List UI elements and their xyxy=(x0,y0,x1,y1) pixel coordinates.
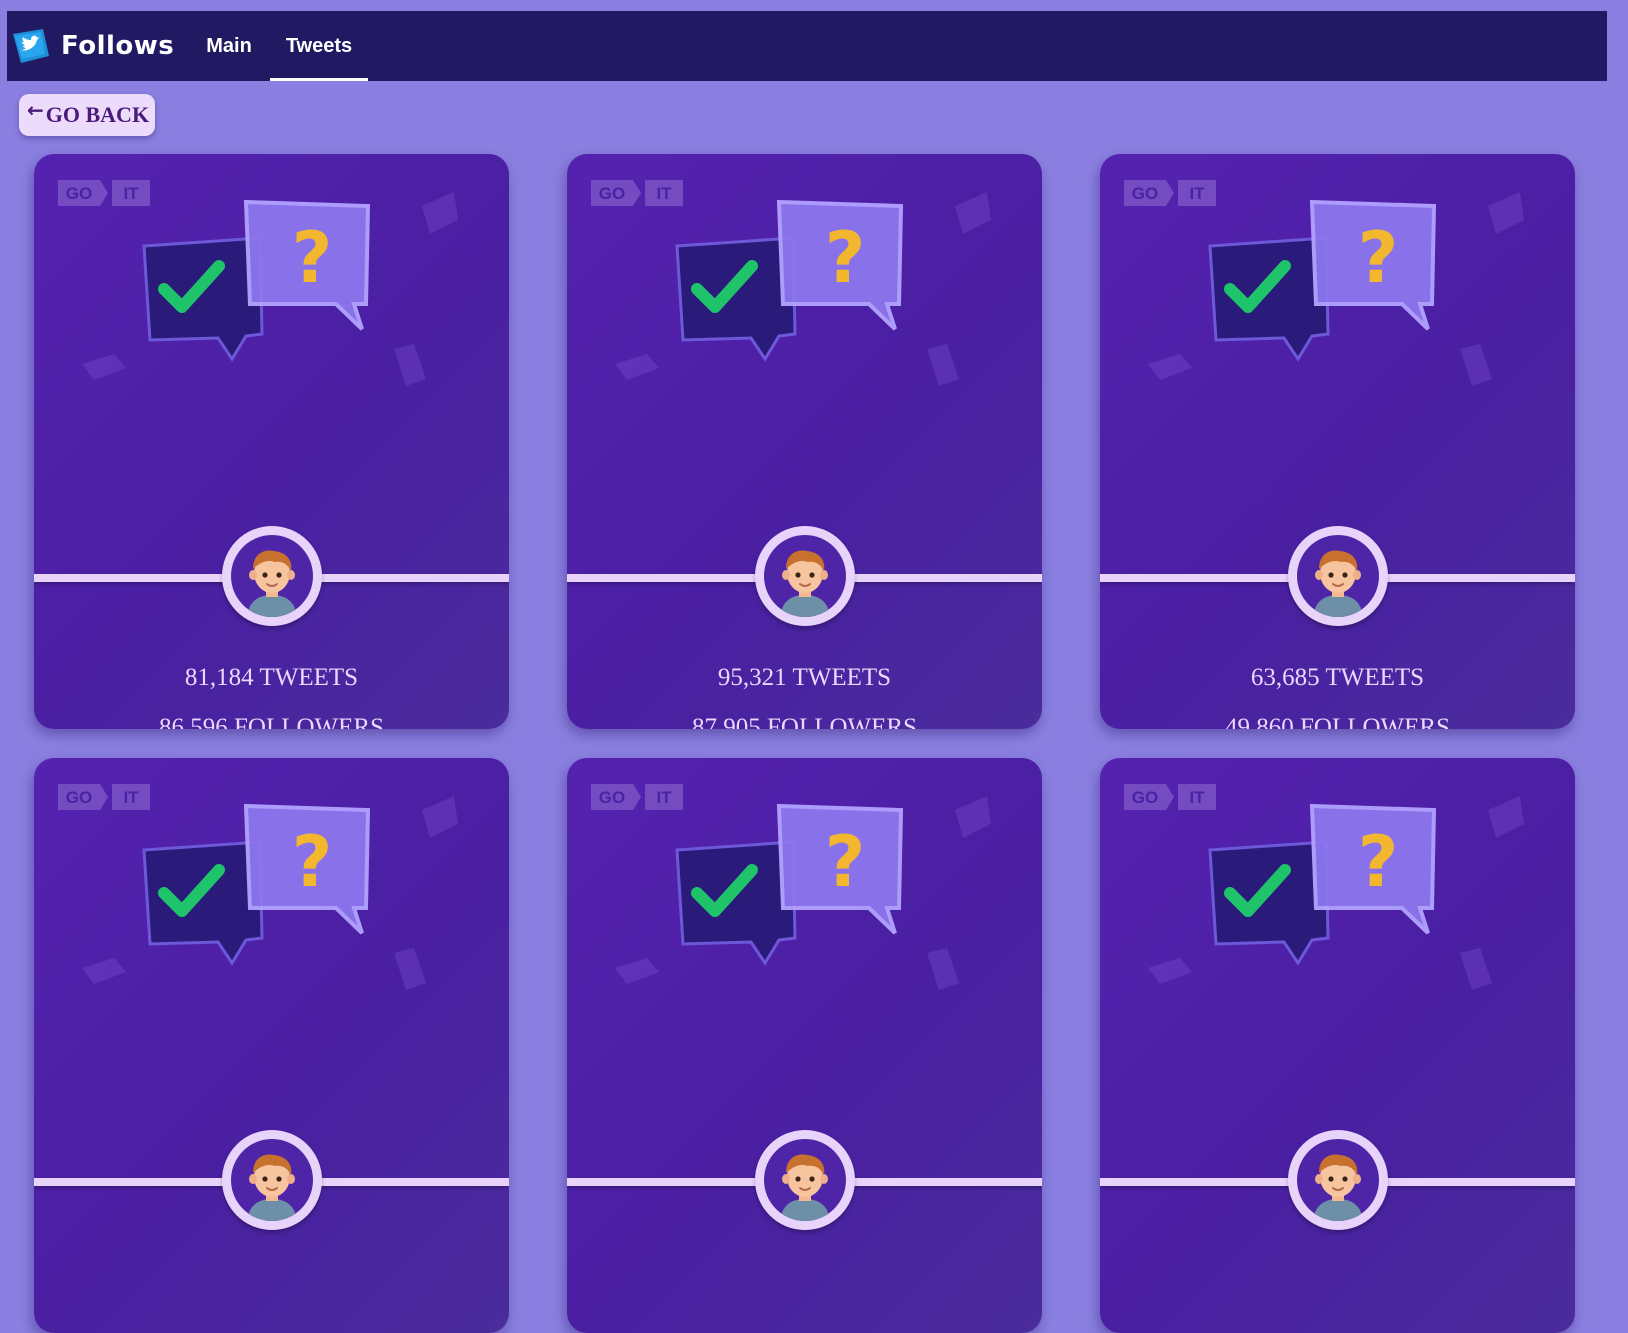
question-bubble-icon: ? xyxy=(1309,199,1437,331)
avatar xyxy=(222,1130,322,1230)
followers-count: 49,860 FOLLOWERS xyxy=(1225,714,1450,729)
svg-text:?: ? xyxy=(292,821,333,903)
user-card-3: GO IT ? 63,685 TWEETS 49,860 FOLLOWERS xyxy=(1100,154,1575,729)
avatar-icon xyxy=(247,1154,297,1221)
svg-text:?: ? xyxy=(825,217,866,299)
card-background-art: GO IT ? xyxy=(58,180,458,386)
avatar-icon xyxy=(780,550,830,617)
svg-text:IT: IT xyxy=(1189,788,1205,807)
avatar xyxy=(755,526,855,626)
tweets-count: 95,321 TWEETS xyxy=(717,664,892,691)
avatar xyxy=(222,526,322,626)
avatar-icon xyxy=(247,550,297,617)
goit-logo: GO IT xyxy=(1124,180,1216,206)
svg-text:IT: IT xyxy=(123,184,139,203)
checkmark-bubble-icon xyxy=(142,840,264,966)
avatar xyxy=(1288,1130,1388,1230)
goit-logo: GO IT xyxy=(58,784,150,810)
svg-text:IT: IT xyxy=(656,184,672,203)
user-card-4: GO IT ? xyxy=(34,758,509,1333)
svg-text:?: ? xyxy=(1358,821,1399,903)
goit-logo: GO IT xyxy=(1124,784,1216,810)
card-background-art: GO IT ? xyxy=(58,784,458,990)
card-background-art: GO IT ? xyxy=(1124,180,1524,386)
user-card-1: GO IT ? 81,184 TWEETS 86,596 FOLLOWERS xyxy=(34,154,509,729)
user-card-2: GO IT ? 95,321 TWEETS 87,905 FOLLOWERS xyxy=(567,154,1042,729)
svg-text:GO: GO xyxy=(1132,788,1158,807)
avatar xyxy=(1288,526,1388,626)
svg-text:GO: GO xyxy=(599,788,625,807)
user-card-6: GO IT ? xyxy=(1100,758,1575,1333)
tweets-count: 81,184 TWEETS xyxy=(184,664,359,691)
followers-count: 86,596 FOLLOWERS xyxy=(159,714,384,729)
svg-text:GO: GO xyxy=(1132,184,1158,203)
checkmark-bubble-icon xyxy=(142,236,264,362)
user-card-5: GO IT ? xyxy=(567,758,1042,1333)
brand-title: Follows xyxy=(61,31,175,61)
avatar-icon xyxy=(1313,1154,1363,1221)
card-background-art: GO IT ? xyxy=(591,784,991,990)
svg-text:GO: GO xyxy=(599,184,625,203)
question-bubble-icon: ? xyxy=(776,199,904,331)
card-background-art: GO IT ? xyxy=(591,180,991,386)
question-bubble-icon: ? xyxy=(243,199,371,331)
question-bubble-icon: ? xyxy=(776,803,904,935)
question-bubble-icon: ? xyxy=(1309,803,1437,935)
checkmark-bubble-icon xyxy=(1208,840,1330,966)
svg-text:IT: IT xyxy=(656,788,672,807)
nav-link-tweets[interactable]: Tweets xyxy=(269,11,369,81)
go-back-label: GO BACK xyxy=(45,102,150,127)
navbar: Follows Main Tweets xyxy=(7,11,1607,81)
goit-logo: GO IT xyxy=(591,180,683,206)
arrow-left-icon: ← xyxy=(27,98,44,122)
avatar-icon xyxy=(780,1154,830,1221)
twitter-bird-icon xyxy=(13,29,49,63)
svg-text:GO: GO xyxy=(66,788,92,807)
nav-link-main[interactable]: Main xyxy=(202,11,256,81)
checkmark-bubble-icon xyxy=(1208,236,1330,362)
svg-text:?: ? xyxy=(292,217,333,299)
go-back-button[interactable]: ← GO BACK xyxy=(19,94,156,136)
svg-text:GO: GO xyxy=(66,184,92,203)
goit-logo: GO IT xyxy=(58,180,150,206)
svg-text:IT: IT xyxy=(1189,184,1205,203)
svg-text:IT: IT xyxy=(123,788,139,807)
card-background-art: GO IT ? xyxy=(1124,784,1524,990)
tweets-count: 63,685 TWEETS xyxy=(1250,664,1425,691)
svg-text:?: ? xyxy=(825,821,866,903)
goit-logo: GO IT xyxy=(591,784,683,810)
question-bubble-icon: ? xyxy=(243,803,371,935)
avatar xyxy=(755,1130,855,1230)
checkmark-bubble-icon xyxy=(675,236,797,362)
svg-text:?: ? xyxy=(1358,217,1399,299)
followers-count: 87,905 FOLLOWERS xyxy=(692,714,917,729)
checkmark-bubble-icon xyxy=(675,840,797,966)
avatar-icon xyxy=(1313,550,1363,617)
